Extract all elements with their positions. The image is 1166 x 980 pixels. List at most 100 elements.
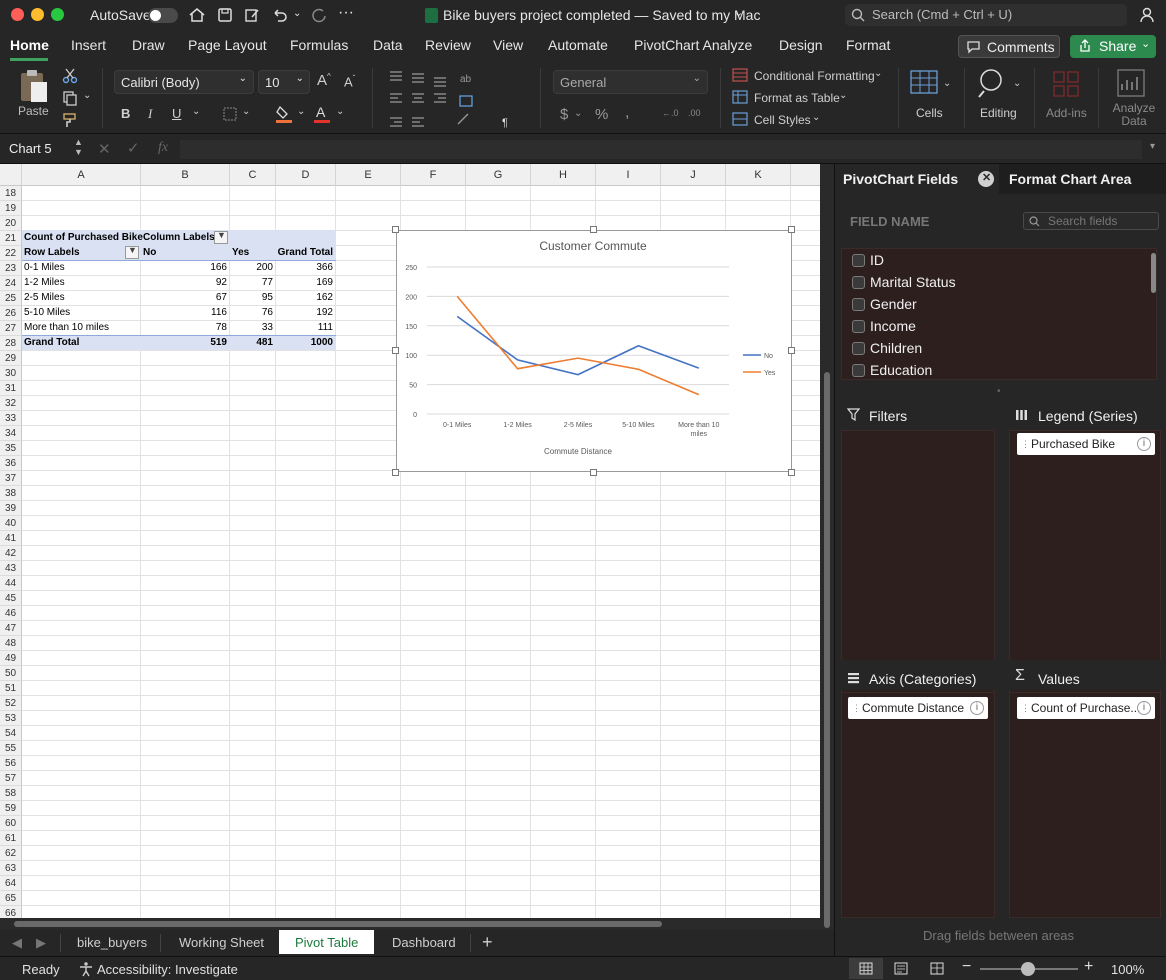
cancel-icon[interactable]: ✕: [98, 140, 111, 158]
row-header[interactable]: 21: [0, 231, 22, 246]
bold-icon[interactable]: B: [121, 106, 130, 121]
more-icon[interactable]: ···: [338, 4, 354, 22]
row-header[interactable]: 46: [0, 606, 22, 621]
alignment-group-icon[interactable]: ab ¶: [386, 68, 516, 130]
field-checkbox-children[interactable]: [852, 342, 865, 355]
chart-resize-handle[interactable]: [392, 469, 399, 476]
document-title[interactable]: Bike buyers project completed — Saved to…: [443, 7, 760, 23]
row-labels-filter-button[interactable]: ▼: [125, 245, 139, 259]
tab-draw[interactable]: Draw: [132, 37, 165, 53]
row-header[interactable]: 23: [0, 261, 22, 276]
field-children[interactable]: Children: [870, 340, 922, 356]
row-header[interactable]: 62: [0, 846, 22, 861]
sheet-tab-bike-buyers[interactable]: bike_buyers: [77, 935, 147, 950]
home-icon[interactable]: [188, 6, 206, 24]
underline-chevron-icon[interactable]: ⌄: [192, 106, 200, 117]
row-header[interactable]: 35: [0, 441, 22, 456]
axis-drop-area[interactable]: ⋮ Commute Distance i: [841, 692, 995, 918]
decrease-decimal-icon[interactable]: .00: [688, 108, 701, 118]
column-header-c[interactable]: C: [230, 164, 276, 186]
row-header[interactable]: 49: [0, 651, 22, 666]
row-header[interactable]: 63: [0, 861, 22, 876]
name-box-stepper-icon[interactable]: ▲ ▼: [74, 137, 83, 157]
sheet-tab-active[interactable]: Pivot Table: [279, 930, 374, 954]
row-header[interactable]: 59: [0, 801, 22, 816]
cut-icon[interactable]: [62, 68, 78, 84]
column-header-k[interactable]: K: [726, 164, 791, 186]
decrease-font-size-icon[interactable]: Aˇ: [344, 74, 355, 89]
search-box[interactable]: Search (Cmd + Ctrl + U): [845, 4, 1127, 26]
row-header[interactable]: 18: [0, 186, 22, 201]
chart-resize-handle[interactable]: [788, 226, 795, 233]
accessibility-status[interactable]: Accessibility: Investigate: [97, 962, 238, 977]
field-id[interactable]: ID: [870, 252, 884, 268]
zoom-window-button[interactable]: [51, 8, 64, 21]
column-header-i[interactable]: I: [596, 164, 661, 186]
row-header[interactable]: 22: [0, 246, 22, 261]
row-header[interactable]: 42: [0, 546, 22, 561]
values-drop-area[interactable]: ⋮ Count of Purchase... i: [1009, 692, 1161, 918]
search-fields-input[interactable]: Search fields: [1023, 212, 1159, 230]
borders-chevron-icon[interactable]: ⌄: [242, 106, 250, 117]
select-all-corner[interactable]: [0, 164, 22, 186]
paste-button[interactable]: [14, 68, 52, 108]
copy-chevron-icon[interactable]: ⌄: [83, 90, 91, 101]
field-list[interactable]: ID Marital Status Gender Income Children…: [841, 248, 1157, 380]
redo-icon[interactable]: [310, 6, 328, 24]
row-header[interactable]: 29: [0, 351, 22, 366]
zoom-in-button[interactable]: +: [1084, 958, 1093, 976]
copy-icon[interactable]: [62, 90, 78, 106]
add-ins-button[interactable]: Add-ins: [1042, 66, 1090, 126]
tab-home[interactable]: Home: [10, 37, 49, 53]
row-header[interactable]: 31: [0, 381, 22, 396]
fill-color-icon[interactable]: [276, 105, 292, 123]
column-labels-filter-button[interactable]: ▼: [214, 230, 228, 244]
zoom-slider-thumb[interactable]: [1021, 962, 1035, 976]
field-education[interactable]: Education: [870, 362, 932, 378]
account-icon[interactable]: [1138, 6, 1156, 24]
chart-resize-handle[interactable]: [788, 469, 795, 476]
row-header[interactable]: 44: [0, 576, 22, 591]
row-header[interactable]: 41: [0, 531, 22, 546]
tab-pivotchart-analyze[interactable]: PivotChart Analyze: [634, 37, 752, 53]
field-checkbox-id[interactable]: [852, 254, 865, 267]
add-sheet-button[interactable]: +: [482, 932, 493, 953]
font-name-select[interactable]: Calibri (Body) ⌄: [114, 70, 254, 94]
enter-icon[interactable]: ✓: [127, 139, 140, 157]
tab-view[interactable]: View: [493, 37, 523, 53]
horizontal-scroll-thumb[interactable]: [14, 921, 662, 927]
row-header[interactable]: 51: [0, 681, 22, 696]
field-list-scrollbar[interactable]: [1151, 253, 1156, 293]
column-header-j[interactable]: J: [661, 164, 726, 186]
chart-resize-handle[interactable]: [590, 226, 597, 233]
row-header[interactable]: 30: [0, 366, 22, 381]
column-header-e[interactable]: E: [336, 164, 401, 186]
info-icon[interactable]: i: [1137, 701, 1151, 715]
column-header-f[interactable]: F: [401, 164, 466, 186]
formula-input[interactable]: [180, 140, 1142, 159]
vertical-scrollbar[interactable]: [820, 164, 834, 930]
row-header[interactable]: 28: [0, 336, 22, 351]
page-layout-view-icon[interactable]: [894, 962, 908, 975]
info-icon[interactable]: i: [970, 701, 984, 715]
sheet-tab-working-sheet[interactable]: Working Sheet: [179, 935, 264, 950]
row-header[interactable]: 47: [0, 621, 22, 636]
row-header[interactable]: 61: [0, 831, 22, 846]
minimize-window-button[interactable]: [31, 8, 44, 21]
column-header-h[interactable]: H: [531, 164, 596, 186]
cells-button[interactable]: ⌄ Cells: [906, 66, 952, 126]
row-header[interactable]: 24: [0, 276, 22, 291]
sheet-tab-dashboard[interactable]: Dashboard: [392, 935, 456, 950]
row-header[interactable]: 65: [0, 891, 22, 906]
field-income[interactable]: Income: [870, 318, 916, 334]
tab-automate[interactable]: Automate: [548, 37, 608, 53]
row-header[interactable]: 33: [0, 411, 22, 426]
font-color-icon[interactable]: A: [314, 104, 330, 124]
chart-resize-handle[interactable]: [392, 226, 399, 233]
row-header[interactable]: 25: [0, 291, 22, 306]
values-field-pill[interactable]: ⋮ Count of Purchase... i: [1017, 697, 1155, 719]
percent-icon[interactable]: %: [595, 106, 608, 123]
currency-icon[interactable]: $: [560, 106, 568, 123]
comments-button[interactable]: Comments: [958, 35, 1060, 58]
row-header[interactable]: 57: [0, 771, 22, 786]
